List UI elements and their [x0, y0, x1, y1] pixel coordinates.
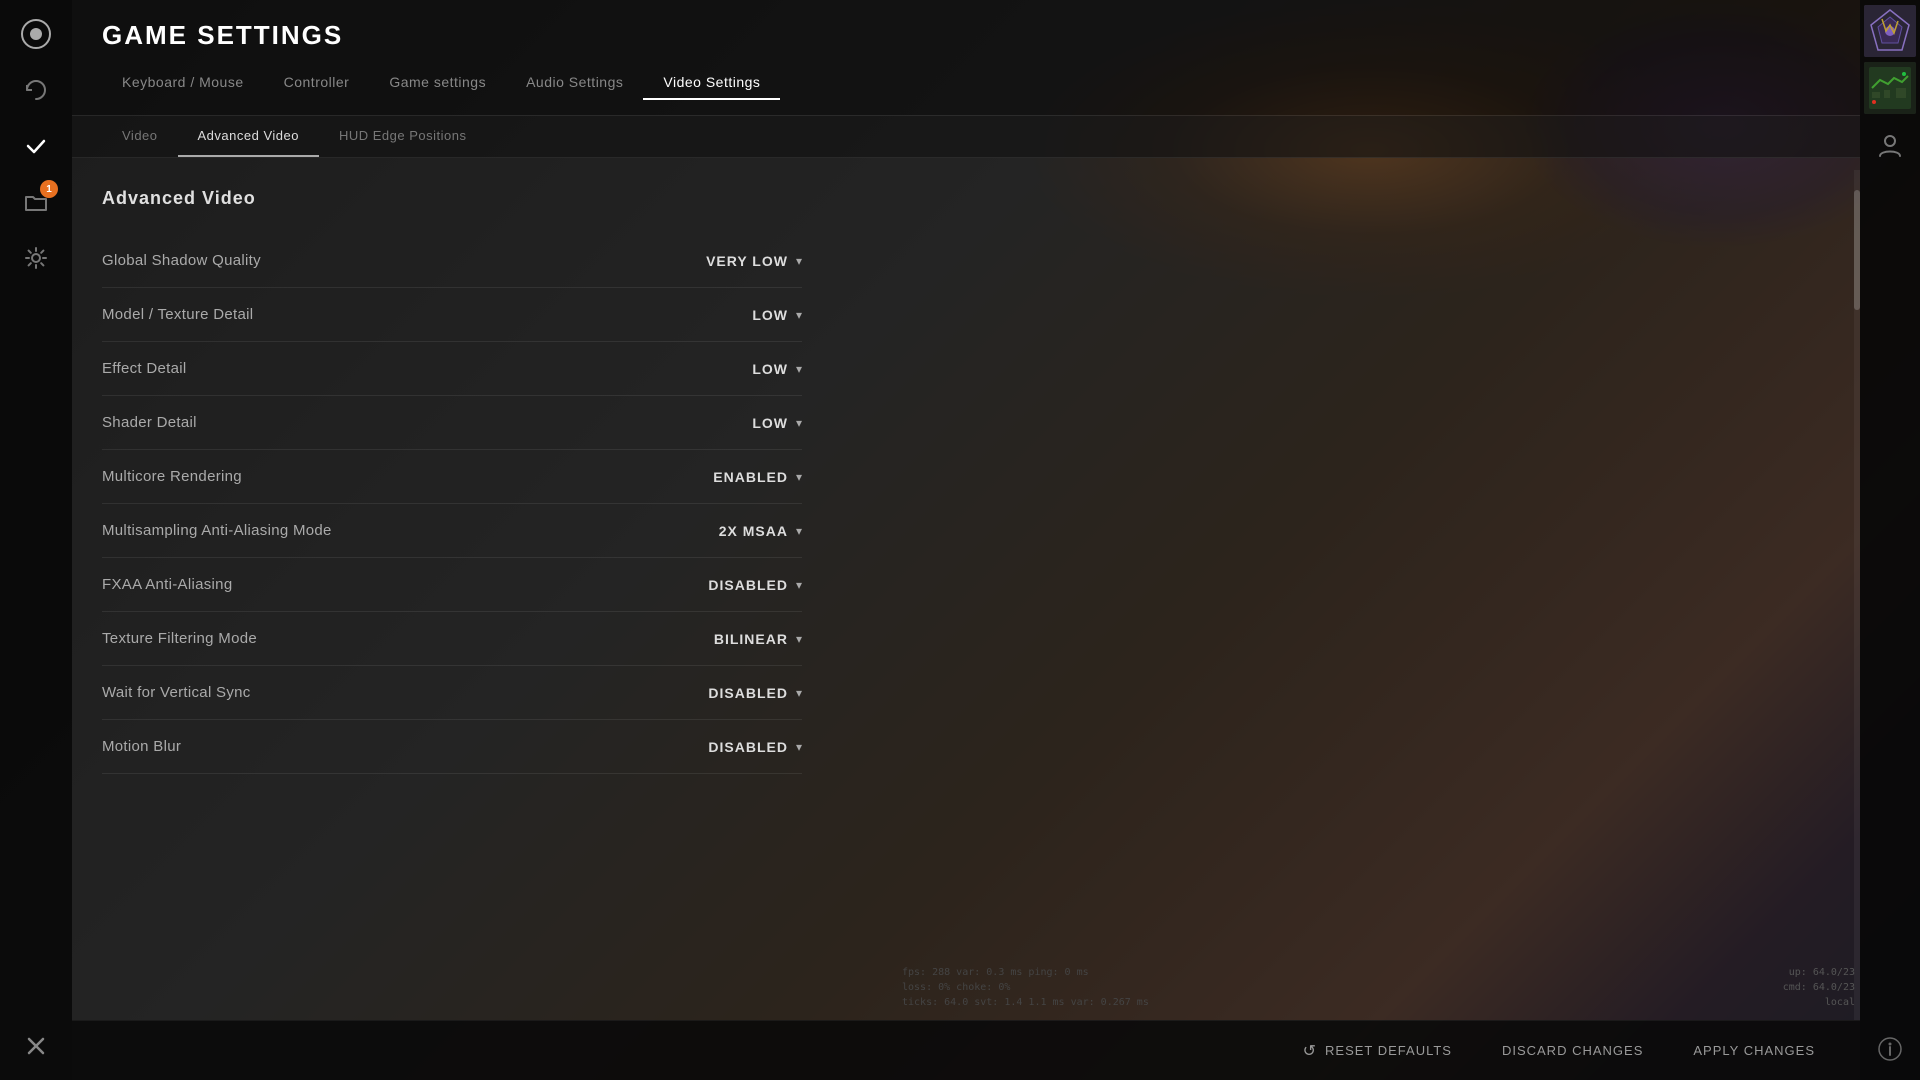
arrow-fxaa: ▾ — [796, 578, 802, 592]
arrow-model-texture: ▾ — [796, 308, 802, 322]
scrollbar-thumb[interactable] — [1854, 190, 1860, 310]
header: GAME SETTINGS Keyboard / Mouse Controlle… — [72, 0, 1860, 116]
sidebar-logo[interactable] — [12, 10, 60, 58]
label-motion-blur: Motion Blur — [102, 738, 181, 755]
label-effect-detail: Effect Detail — [102, 360, 187, 377]
label-msaa: Multisampling Anti-Aliasing Mode — [102, 522, 332, 539]
sidebar-sync-icon[interactable] — [12, 66, 60, 114]
control-model-texture[interactable]: LOW ▾ — [662, 307, 802, 323]
tab-audio[interactable]: Audio Settings — [506, 66, 643, 100]
sub-tab-advanced[interactable]: Advanced Video — [178, 116, 319, 157]
control-msaa[interactable]: 2X MSAA ▾ — [662, 523, 802, 539]
arrow-texture-filter: ▾ — [796, 632, 802, 646]
value-vsync: DISABLED — [708, 685, 788, 701]
sidebar-folder-wrap: 1 — [12, 178, 60, 226]
sub-tabs: Video Advanced Video HUD Edge Positions — [72, 116, 1860, 158]
right-info-button[interactable] — [1864, 1023, 1916, 1075]
reset-icon: ↺ — [1303, 1041, 1317, 1061]
section-title: Advanced Video — [102, 188, 1830, 209]
label-multicore: Multicore Rendering — [102, 468, 242, 485]
control-texture-filter[interactable]: BILINEAR ▾ — [662, 631, 802, 647]
arrow-global-shadow: ▾ — [796, 254, 802, 268]
value-fxaa: DISABLED — [708, 577, 788, 593]
control-effect-detail[interactable]: LOW ▾ — [662, 361, 802, 377]
control-fxaa[interactable]: DISABLED ▾ — [662, 577, 802, 593]
settings-list: Global Shadow Quality VERY LOW ▾ Model /… — [102, 234, 802, 774]
right-user-button[interactable] — [1864, 119, 1916, 171]
value-model-texture: LOW — [752, 307, 788, 323]
control-vsync[interactable]: DISABLED ▾ — [662, 685, 802, 701]
sidebar-check-icon[interactable] — [12, 122, 60, 170]
arrow-multicore: ▾ — [796, 470, 802, 484]
arrow-motion-blur: ▾ — [796, 740, 802, 754]
value-msaa: 2X MSAA — [719, 523, 788, 539]
discard-changes-button[interactable]: DISCARD CHANGES — [1487, 1035, 1658, 1066]
arrow-msaa: ▾ — [796, 524, 802, 538]
arrow-shader-detail: ▾ — [796, 416, 802, 430]
sidebar-close-icon[interactable] — [12, 1022, 60, 1070]
right-sidebar — [1860, 0, 1920, 1080]
value-global-shadow: VERY LOW — [706, 253, 788, 269]
debug-info: fps: 288 var: 0.3 ms ping: 0 ms loss: 0%… — [902, 965, 1149, 1010]
apply-changes-button[interactable]: APPLY CHANGES — [1678, 1035, 1830, 1066]
bottom-bar: fps: 288 var: 0.3 ms ping: 0 ms loss: 0%… — [72, 1020, 1860, 1080]
tab-controller[interactable]: Controller — [264, 66, 370, 100]
folder-badge: 1 — [40, 180, 58, 198]
setting-global-shadow: Global Shadow Quality VERY LOW ▾ — [102, 234, 802, 288]
setting-vsync: Wait for Vertical Sync DISABLED ▾ — [102, 666, 802, 720]
sub-tab-hud[interactable]: HUD Edge Positions — [319, 116, 487, 157]
setting-effect-detail: Effect Detail LOW ▾ — [102, 342, 802, 396]
control-global-shadow[interactable]: VERY LOW ▾ — [662, 253, 802, 269]
label-fxaa: FXAA Anti-Aliasing — [102, 576, 232, 593]
control-motion-blur[interactable]: DISABLED ▾ — [662, 739, 802, 755]
setting-model-texture: Model / Texture Detail LOW ▾ — [102, 288, 802, 342]
control-multicore[interactable]: ENABLED ▾ — [662, 469, 802, 485]
settings-content: Advanced Video Global Shadow Quality VER… — [72, 158, 1860, 1080]
debug-right: up: 64.0/23 cmd: 64.0/23 local — [1783, 965, 1855, 1010]
label-model-texture: Model / Texture Detail — [102, 306, 253, 323]
setting-motion-blur: Motion Blur DISABLED ▾ — [102, 720, 802, 774]
nav-tabs: Keyboard / Mouse Controller Game setting… — [102, 66, 1830, 100]
value-effect-detail: LOW — [752, 361, 788, 377]
setting-shader-detail: Shader Detail LOW ▾ — [102, 396, 802, 450]
left-sidebar: 1 — [0, 0, 72, 1080]
scrollbar-track[interactable] — [1854, 170, 1860, 1020]
label-vsync: Wait for Vertical Sync — [102, 684, 251, 701]
main-content: GAME SETTINGS Keyboard / Mouse Controlle… — [72, 0, 1860, 1080]
page-title: GAME SETTINGS — [102, 20, 1830, 51]
setting-msaa: Multisampling Anti-Aliasing Mode 2X MSAA… — [102, 504, 802, 558]
setting-texture-filter: Texture Filtering Mode BILINEAR ▾ — [102, 612, 802, 666]
label-shader-detail: Shader Detail — [102, 414, 197, 431]
label-global-shadow: Global Shadow Quality — [102, 252, 261, 269]
control-shader-detail[interactable]: LOW ▾ — [662, 415, 802, 431]
value-texture-filter: BILINEAR — [714, 631, 788, 647]
value-motion-blur: DISABLED — [708, 739, 788, 755]
tab-game[interactable]: Game settings — [369, 66, 506, 100]
tab-video[interactable]: Video Settings — [643, 66, 780, 100]
right-thumb-top — [1864, 5, 1916, 57]
arrow-effect-detail: ▾ — [796, 362, 802, 376]
value-multicore: ENABLED — [713, 469, 788, 485]
sidebar-gear-icon[interactable] — [12, 234, 60, 282]
setting-multicore: Multicore Rendering ENABLED ▾ — [102, 450, 802, 504]
setting-fxaa: FXAA Anti-Aliasing DISABLED ▾ — [102, 558, 802, 612]
value-shader-detail: LOW — [752, 415, 788, 431]
tab-keyboard[interactable]: Keyboard / Mouse — [102, 66, 264, 100]
arrow-vsync: ▾ — [796, 686, 802, 700]
right-thumb-map — [1864, 62, 1916, 114]
label-texture-filter: Texture Filtering Mode — [102, 630, 257, 647]
reset-defaults-button[interactable]: ↺ RESET DEFAULTS — [1288, 1033, 1467, 1069]
sub-tab-video[interactable]: Video — [102, 116, 178, 157]
